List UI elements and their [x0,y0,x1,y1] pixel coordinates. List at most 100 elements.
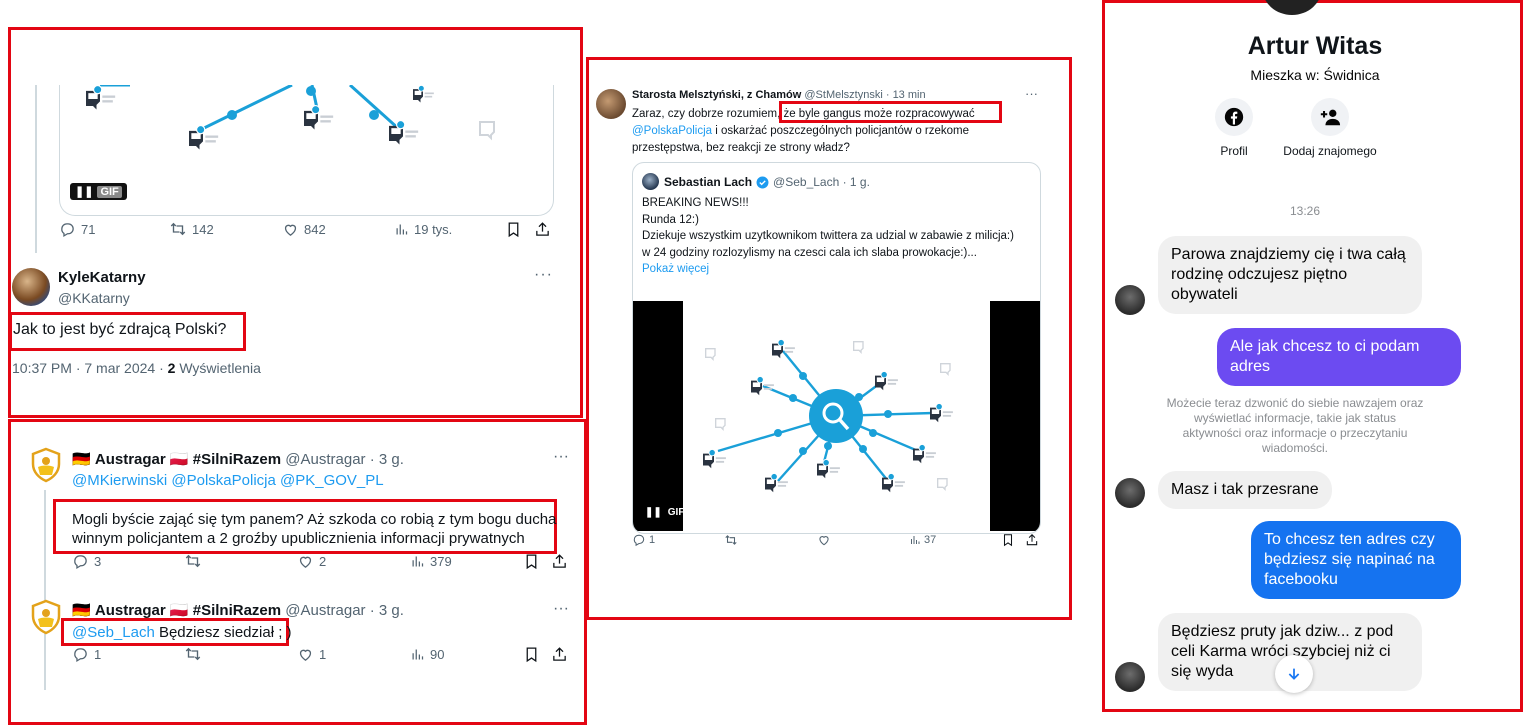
like-button[interactable]: 2 [297,553,326,570]
mention-list[interactable]: @MKierwinski @PolskaPolicja @PK_GOV_PL [72,472,384,489]
add-friend-button[interactable]: Dodaj znajomego [1275,98,1385,158]
views-button[interactable]: 37 [909,534,936,546]
tweet-header: Starosta Melsztyński, z Chamów @StMelszt… [632,89,926,101]
bookmark-icon[interactable] [505,221,522,238]
reply-text: Mogli byście zająć się tym panem? Aż szk… [72,510,556,548]
bookmark-icon[interactable] [523,553,540,570]
quote-tweet-card[interactable]: Sebastian Lach @Seb_Lach · 1 g. BREAKING… [632,162,1041,534]
more-options-icon[interactable]: ··· [1025,86,1038,101]
network-illustration [85,85,495,151]
handle-time[interactable]: @Austragar · 3 g. [285,451,404,468]
avatar[interactable] [12,268,50,306]
quote-header: Sebastian Lach @Seb_Lach · 1 g. [664,175,870,189]
message-bubble-outgoing[interactable]: To chcesz ten adres czy będziesz się nap… [1251,521,1461,599]
sender-avatar[interactable] [1115,662,1145,692]
message-bubble-incoming[interactable]: Masz i tak przesrane [1158,471,1332,509]
views-button[interactable]: 379 [410,554,452,569]
quote-handle-time[interactable]: @Seb_Lach · 1 g. [773,175,870,189]
show-more-link[interactable]: Pokaż więcej [642,261,1027,278]
views-button[interactable]: 19 tys. [394,222,452,237]
handle-time[interactable]: @StMelsztynski · 13 min [804,89,925,101]
retweet-button[interactable] [724,533,738,547]
retweet-button[interactable] [184,552,202,570]
verified-badge-icon [756,176,769,188]
add-person-icon [1320,109,1341,126]
reply-button[interactable]: 1 [72,646,101,663]
views-icon [909,534,921,546]
reply-count: 3 [94,553,102,569]
more-options-icon[interactable]: ··· [553,448,569,466]
chat-timestamp: 13:26 [1289,204,1321,218]
reply-icon [72,553,89,570]
like-button[interactable]: 842 [282,221,326,238]
heart-icon [297,646,314,663]
user-handle[interactable]: @KKatarny [58,290,130,306]
avatar[interactable] [596,89,626,119]
quote-line: BREAKING NEWS!!! [642,197,749,209]
reply-header: 🇩🇪 Austragar 🇵🇱 #SilniRazem @Austragar ·… [72,450,404,468]
reply-text-line: winnym policjantem a 2 groźby upubliczni… [72,530,525,547]
more-options-icon[interactable]: ··· [534,266,553,284]
tweet-text-start: Zaraz, czy dobrze rozumiem, [632,108,784,120]
quote-author-name[interactable]: Sebastian Lach [664,175,752,189]
share-icon[interactable] [551,553,568,570]
display-name[interactable]: KyleKatarny [58,269,146,286]
mention-link[interactable]: @Seb_Lach [72,624,155,641]
quote-gif-media[interactable]: ❚❚ GIF [633,301,1040,531]
contact-location: Mieszka w: Świdnica [1250,67,1380,83]
message-bubble-incoming[interactable]: Parowa znajdziemy cię i twa całą rodzinę… [1158,236,1422,314]
heart-icon [297,553,314,570]
reply-icon [59,221,76,238]
reply-button[interactable]: 1 [632,533,655,547]
sender-avatar[interactable] [1115,285,1145,315]
network-illustration [702,339,954,493]
mention-link[interactable]: @PolskaPolicja [632,125,712,137]
reply-button[interactable]: 3 [72,553,101,570]
system-note: Możecie teraz dzwonić do siebie nawzajem… [1166,396,1424,455]
avatar[interactable] [642,173,659,190]
share-icon[interactable] [551,646,568,663]
retweet-count: 142 [192,221,214,237]
tweet-time[interactable]: 10:37 PM · 7 mar 2024 · [12,360,168,376]
share-icon[interactable] [1025,533,1039,547]
views-label: Wyświetlenia [175,360,261,376]
views-count: 379 [430,553,452,569]
sender-avatar[interactable] [1115,478,1145,508]
more-options-icon[interactable]: ··· [553,600,569,618]
bookmark-icon[interactable] [1001,533,1015,547]
facebook-icon [1224,107,1244,127]
like-count: 2 [319,553,327,569]
author-hashtag[interactable]: #SilniRazem [193,451,281,468]
like-button[interactable] [817,533,831,547]
arrow-down-icon [1288,668,1300,680]
gif-card-panel-1[interactable]: ❚❚ GIF [59,85,554,216]
share-icon[interactable] [534,221,551,238]
profile-button[interactable]: Profil [1204,98,1264,158]
retweet-icon [184,645,202,663]
gif-label: GIF [97,185,122,198]
retweet-icon [184,552,202,570]
views-button[interactable]: 90 [410,647,444,662]
like-count: 1 [319,646,327,662]
quote-line: w 24 godziny rozlozylismy na czesci cala… [642,246,977,259]
handle-time[interactable]: @Austragar · 3 g. [285,602,404,619]
shield-avatar-icon[interactable] [28,599,64,635]
message-bubble-outgoing[interactable]: Ale jak chcesz to ci podam adres [1217,328,1461,386]
reply-button[interactable]: 71 [59,221,95,238]
author-name[interactable]: Austragar [95,602,166,619]
gif-badge[interactable]: ❚❚ GIF [645,507,684,518]
bookmark-icon[interactable] [523,646,540,663]
views-count: 19 tys. [414,221,453,237]
author-name[interactable]: Austragar [95,451,166,468]
add-friend-label: Dodaj znajomego [1283,144,1377,158]
scroll-down-button[interactable] [1275,655,1313,693]
retweet-button[interactable] [184,645,202,663]
gif-badge[interactable]: ❚❚ GIF [70,183,127,200]
author-hashtag[interactable]: #SilniRazem [193,602,281,619]
heart-icon [817,533,831,547]
author-name[interactable]: Starosta Melsztyński, z Chamów [632,89,801,101]
retweet-button[interactable]: 142 [169,220,214,238]
thread-line [44,490,46,690]
shield-avatar-icon[interactable] [28,447,64,483]
like-button[interactable]: 1 [297,646,326,663]
